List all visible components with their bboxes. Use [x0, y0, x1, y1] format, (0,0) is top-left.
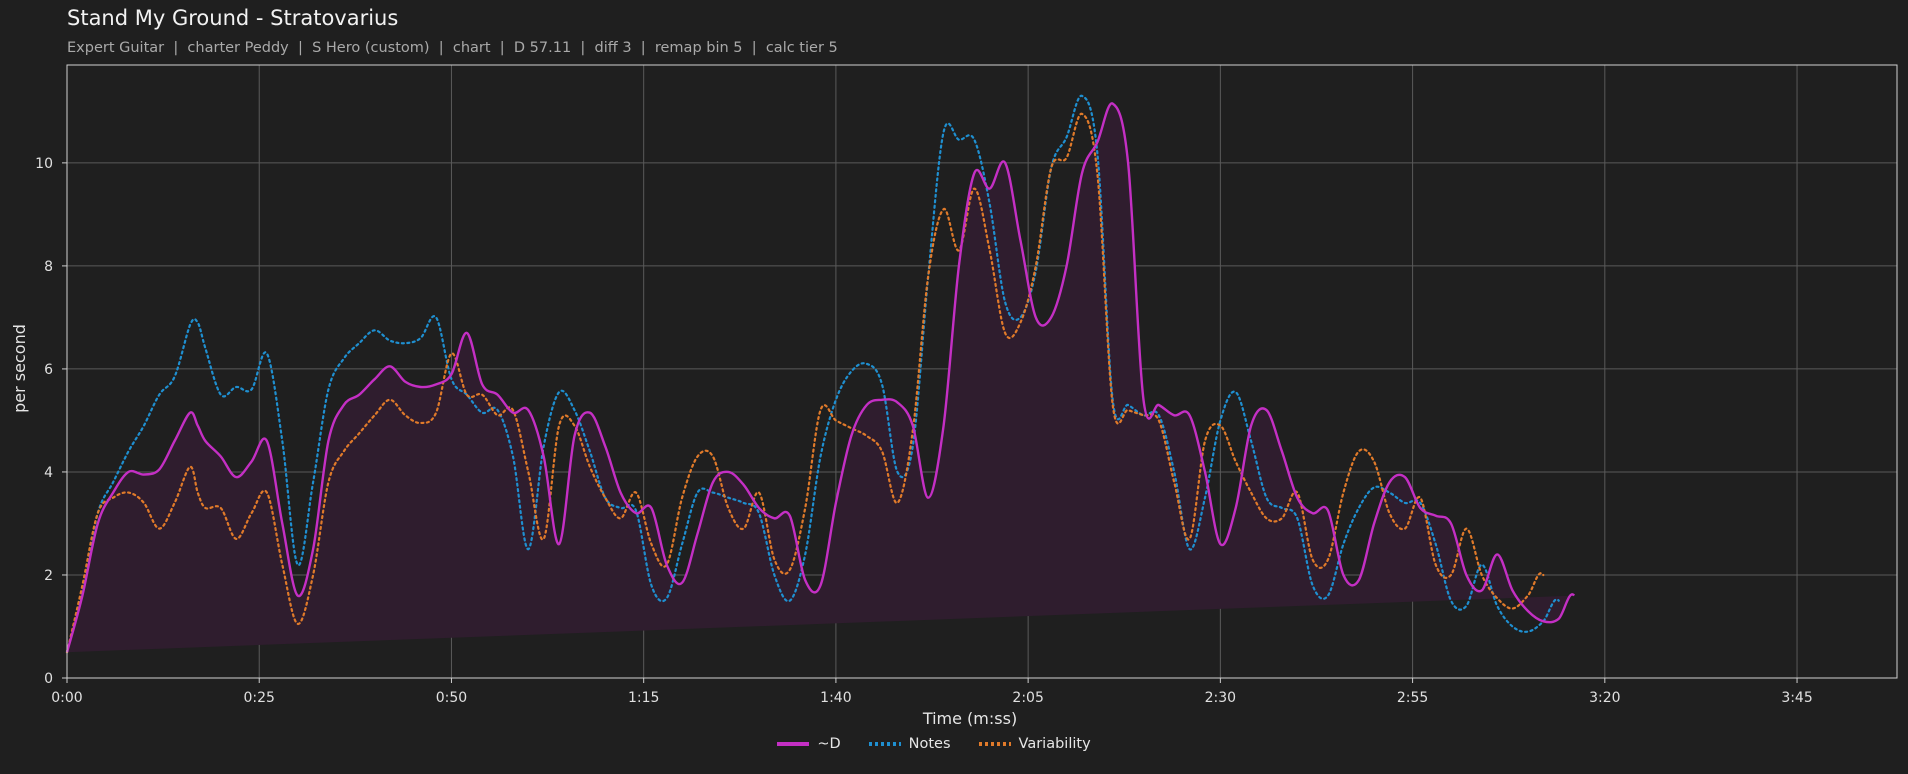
- legend-label-variability: Variability: [1018, 736, 1091, 752]
- legend-item-notes: Notes: [868, 736, 951, 752]
- x-tick-label: 0:00: [51, 690, 82, 706]
- x-tick-label: 2:05: [1012, 690, 1043, 706]
- x-tick-label: 3:20: [1589, 690, 1620, 706]
- x-tick-label: 1:15: [628, 690, 659, 706]
- y-tick-label: 4: [44, 465, 53, 481]
- y-tick-label: 10: [35, 156, 53, 172]
- legend-item-variability: Variability: [978, 736, 1091, 752]
- x-tick-label: 2:55: [1397, 690, 1428, 706]
- y-tick-label: 8: [44, 259, 53, 275]
- y-tick-label: 6: [44, 362, 53, 378]
- y-tick-label: 0: [44, 671, 53, 687]
- chart-canvas: 0:00 0:25 0:50 1:15 1:40 2:05 2:30 2:55 3:20 3:45…: [10, 64, 1898, 728]
- d-series-line: [65, 102, 1576, 653]
- legend-swatch-d: [777, 742, 810, 746]
- y-axis-label: per second: [10, 324, 29, 413]
- x-tick-label: 2:30: [1205, 690, 1236, 706]
- d-area-fill: [67, 103, 1575, 653]
- legend: ~D Notes Variability: [0, 736, 1888, 752]
- x-tick-label: 1:40: [820, 690, 851, 706]
- x-tick-label: 3:45: [1781, 690, 1812, 706]
- legend-label-d: ~D: [817, 736, 841, 752]
- x-axis-label: Time (m:ss): [922, 709, 1017, 728]
- legend-swatch-notes: [868, 742, 901, 746]
- y-tick-label: 2: [44, 568, 53, 584]
- x-tick-label: 0:50: [436, 690, 467, 706]
- legend-item-d: ~D: [777, 736, 841, 752]
- legend-swatch-variability: [978, 742, 1011, 746]
- legend-label-notes: Notes: [908, 736, 951, 752]
- x-tick-label: 0:25: [244, 690, 275, 706]
